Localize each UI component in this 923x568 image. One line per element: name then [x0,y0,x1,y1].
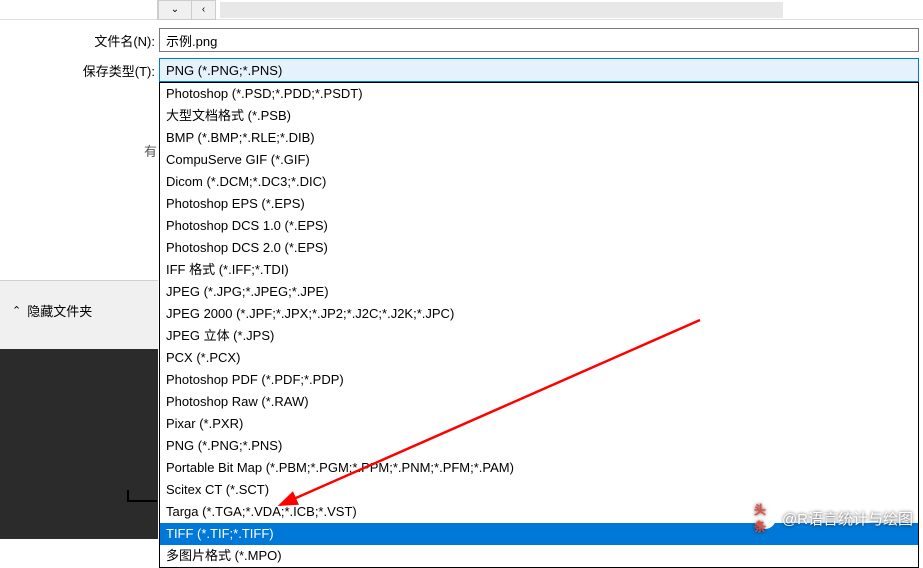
dropdown-item[interactable]: Photoshop Raw (*.RAW) [160,391,918,413]
app-background-left [0,349,158,539]
filename-input[interactable] [159,28,919,52]
dropdown-item[interactable]: JPEG 2000 (*.JPF;*.JPX;*.JP2;*.J2C;*.J2K… [160,303,918,325]
filename-row: 文件名(N): [0,28,923,52]
dropdown-item[interactable]: IFF 格式 (*.IFF;*.TDI) [160,259,918,281]
dropdown-item[interactable]: Photoshop DCS 1.0 (*.EPS) [160,215,918,237]
hide-folders-toggle[interactable]: ⌃ 隐藏文件夹 [12,301,146,320]
dropdown-item[interactable]: JPEG 立体 (*.JPS) [160,325,918,347]
dropdown-item[interactable]: Photoshop PDF (*.PDF;*.PDP) [160,369,918,391]
chevron-down-icon: ⌄ [171,4,179,15]
horizontal-scrollbar[interactable] [220,2,783,18]
dropdown-item[interactable]: 多图片格式 (*.MPO) [160,545,918,567]
savetype-value: PNG (*.PNG;*.PNS) [166,63,282,78]
dropdown-item[interactable]: Pixar (*.PXR) [160,413,918,435]
top-toolbar: ⌄ ‹ [0,0,923,20]
dropdown-item[interactable]: BMP (*.BMP;*.RLE;*.DIB) [160,127,918,149]
dropdown-item[interactable]: 大型文档格式 (*.PSB) [160,105,918,127]
dropdown-item[interactable]: CompuServe GIF (*.GIF) [160,149,918,171]
dropdown-item[interactable]: Photoshop DCS 2.0 (*.EPS) [160,237,918,259]
savetype-select[interactable]: PNG (*.PNG;*.PNS) [159,58,919,82]
scroll-left-button[interactable]: ‹ [192,0,216,20]
dropdown-item[interactable]: Dicom (*.DCM;*.DC3;*.DIC) [160,171,918,193]
chevron-left-icon: ‹ [202,4,205,15]
tab-spacer [0,0,158,20]
save-dialog-body: 文件名(N): 保存类型(T): PNG (*.PNG;*.PNS) [0,20,923,82]
selection-corner-mark [127,490,157,502]
dropdown-item[interactable]: Photoshop (*.PSD;*.PDD;*.PSDT) [160,83,918,105]
dropdown-item[interactable]: PNG (*.PNG;*.PNS) [160,435,918,457]
dropdown-item[interactable]: Scitex CT (*.SCT) [160,479,918,501]
filename-label: 文件名(N): [70,31,155,50]
savetype-dropdown-list[interactable]: Photoshop (*.PSD;*.PDD;*.PSDT)大型文档格式 (*.… [159,82,919,568]
watermark: 头条 @R语言统计与绘图 [754,507,913,529]
watermark-logo-icon: 头条 [754,507,776,529]
tab-dropdown-button[interactable]: ⌄ [158,0,192,20]
dropdown-item[interactable]: PCX (*.PCX) [160,347,918,369]
chevron-up-icon: ⌃ [12,304,21,317]
truncated-text: 有 [144,141,157,160]
savetype-row: 保存类型(T): PNG (*.PNG;*.PNS) [0,58,923,82]
dropdown-item[interactable]: Portable Bit Map (*.PBM;*.PGM;*.PPM;*.PN… [160,457,918,479]
savetype-label: 保存类型(T): [70,61,155,80]
watermark-text: @R语言统计与绘图 [782,508,913,529]
hide-folders-label: 隐藏文件夹 [27,301,92,320]
dialog-footer-left: ⌃ 隐藏文件夹 [0,280,158,350]
dropdown-item[interactable]: JPEG (*.JPG;*.JPEG;*.JPE) [160,281,918,303]
dropdown-item[interactable]: Photoshop EPS (*.EPS) [160,193,918,215]
